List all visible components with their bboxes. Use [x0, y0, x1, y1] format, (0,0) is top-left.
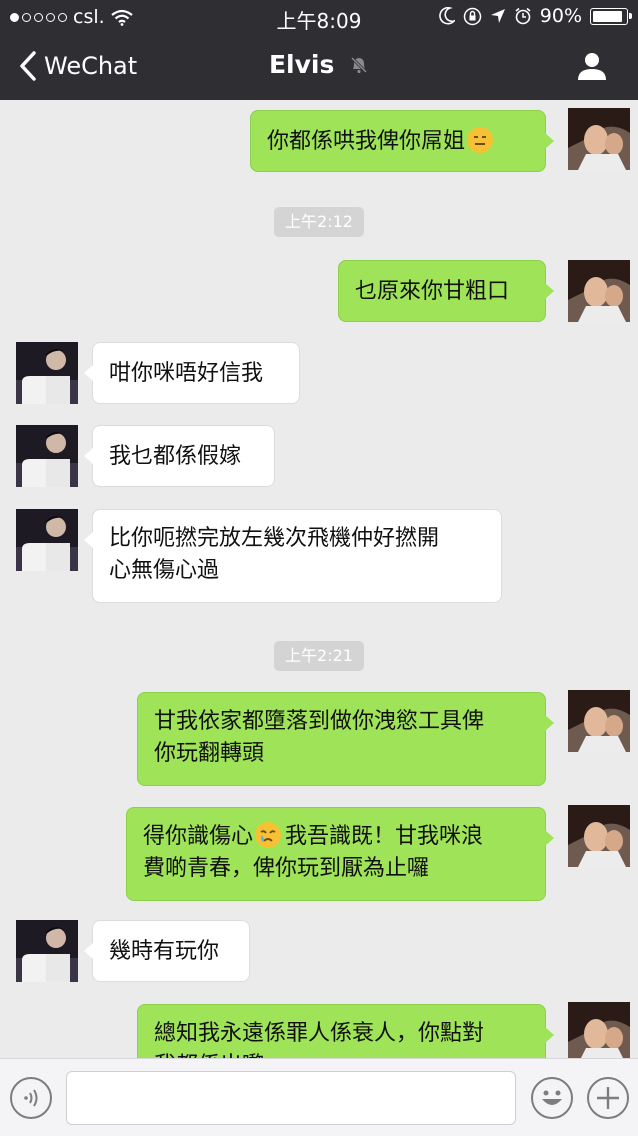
location-icon [490, 9, 505, 23]
alarm-icon [515, 7, 531, 25]
voice-button[interactable] [10, 1077, 52, 1119]
incoming-bubble[interactable]: 幾時有玩你 [84, 920, 250, 982]
message-text: 得你識傷心 我吾識既！甘我咪浪 [143, 821, 529, 853]
message-text: 咁你咪唔好信我 [109, 361, 264, 386]
top-bar: csl. 上午8:09 90% WeChat Elvis [0, 0, 638, 100]
my-avatar[interactable] [568, 108, 630, 170]
incoming-bubble[interactable]: 我乜都係假嫁 [84, 425, 275, 487]
input-bar [0, 1058, 638, 1136]
incoming-bubble[interactable]: 咁你咪唔好信我 [84, 342, 300, 404]
contact-name: Elvis [268, 50, 335, 79]
my-avatar[interactable] [568, 260, 630, 322]
muted-bell-icon [351, 56, 368, 74]
status-right: 90% [439, 5, 632, 27]
message-text: 我都係出嚟 [154, 1050, 529, 1058]
my-avatar[interactable] [568, 1002, 630, 1058]
message-text: 比你呃撚完放左幾次飛機仲好撚開 [109, 526, 440, 551]
chat-title: Elvis [0, 50, 638, 79]
orientation-lock-icon [463, 7, 482, 25]
chat-area[interactable]: 你都係哄我俾你屌姐 上午2:12 乜原來你甘粗口 咁你咪唔好信我 我乜都係假嫁 [0, 100, 638, 1058]
contact-avatar[interactable] [16, 425, 78, 487]
message-text: 費啲青春，俾你玩到厭為止囉 [143, 856, 430, 881]
message-text: 心無傷心過 [109, 558, 220, 583]
message-text: 總知我永遠係罪人係衰人，你點對 [154, 1021, 485, 1046]
message-text: 乜原來你甘粗口 [355, 279, 510, 304]
outgoing-bubble[interactable]: 你都係哄我俾你屌姐 [250, 110, 554, 172]
message-text-part: 我吾識既！甘我咪浪 [285, 824, 484, 849]
navigation-bar: WeChat Elvis [0, 34, 638, 100]
plus-icon [597, 1087, 619, 1109]
outgoing-bubble[interactable]: 乜原來你甘粗口 [338, 260, 554, 322]
expressionless-emoji-icon [467, 127, 494, 153]
contact-avatar[interactable] [16, 920, 78, 982]
battery-percent: 90% [539, 5, 582, 27]
my-avatar[interactable] [568, 805, 630, 867]
my-avatar[interactable] [568, 690, 630, 752]
message-text-part: 得你識傷心 [143, 824, 254, 849]
message-text: 你玩翻轉頭 [154, 741, 265, 766]
emoji-button[interactable] [531, 1077, 573, 1119]
outgoing-bubble[interactable]: 得你識傷心 我吾識既！甘我咪浪 費啲青春，俾你玩到厭為止囉 [126, 807, 554, 901]
emoji-icon [542, 1090, 562, 1105]
crying-emoji-icon [255, 822, 282, 848]
timestamp-label: 上午2:21 [274, 641, 364, 671]
moon-icon [439, 7, 455, 25]
more-options-button[interactable] [587, 1077, 629, 1119]
timestamp-label: 上午2:12 [274, 207, 364, 237]
status-bar: csl. 上午8:09 90% [0, 0, 638, 34]
voice-icon [24, 1089, 38, 1107]
message-text: 幾時有玩你 [109, 939, 220, 964]
person-icon [578, 53, 606, 80]
message-text: 你都係哄我俾你屌姐 [267, 129, 466, 154]
incoming-bubble[interactable]: 比你呃撚完放左幾次飛機仲好撚開 心無傷心過 [84, 509, 502, 603]
outgoing-bubble[interactable]: 甘我依家都墮落到做你洩慾工具俾 你玩翻轉頭 [137, 692, 554, 786]
contact-profile-button[interactable] [574, 48, 610, 84]
message-input[interactable] [66, 1071, 516, 1125]
outgoing-bubble[interactable]: 總知我永遠係罪人係衰人，你點對 我都係出嚟 [137, 1004, 554, 1058]
battery-icon [590, 7, 632, 25]
message-text: 我乜都係假嫁 [109, 444, 242, 469]
contact-avatar[interactable] [16, 509, 78, 571]
contact-avatar[interactable] [16, 342, 78, 404]
message-text: 甘我依家都墮落到做你洩慾工具俾 [154, 709, 485, 734]
